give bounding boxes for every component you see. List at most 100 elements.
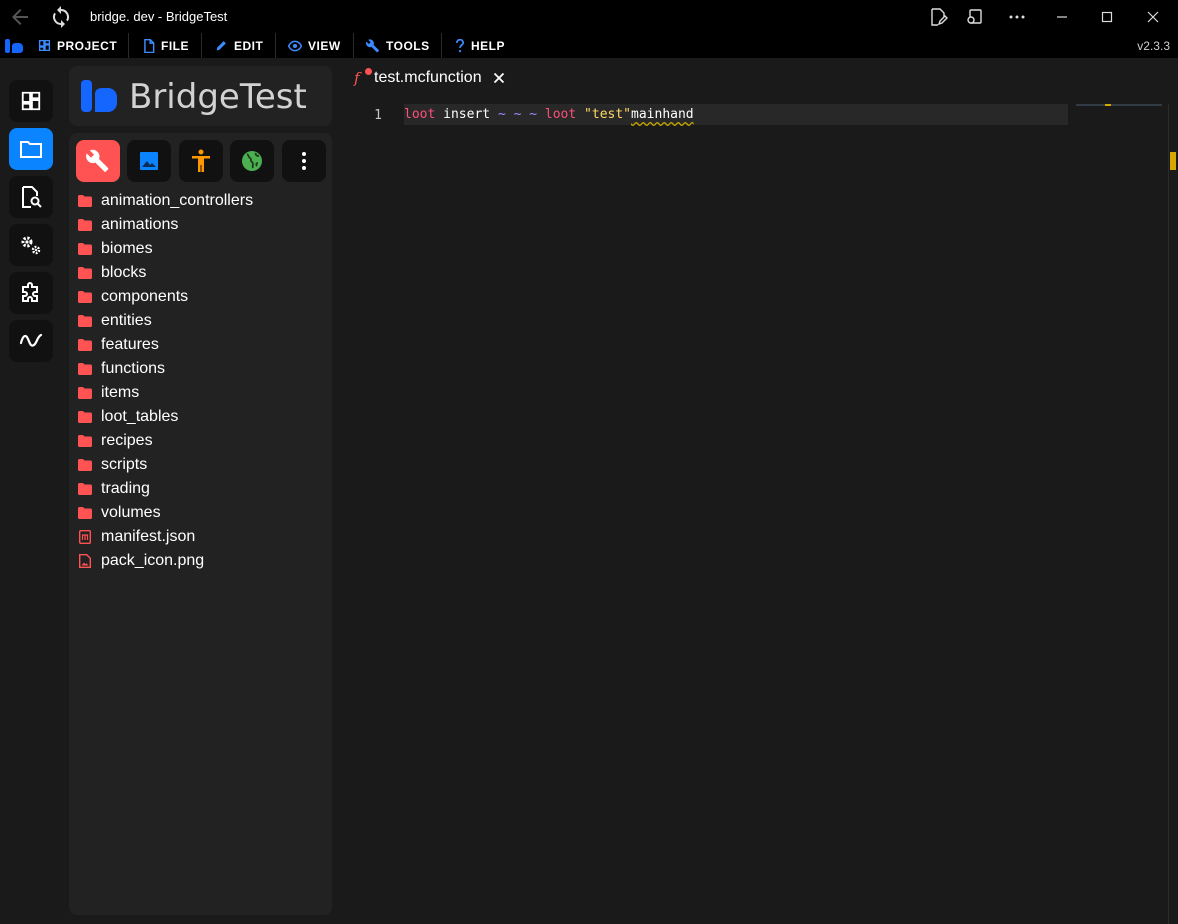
code-editor[interactable]: 1 loot insert ~ ~ ~ loot "test"mainhand <box>332 104 1178 924</box>
folder-item[interactable]: entities <box>77 309 327 333</box>
menu-separator <box>353 33 354 58</box>
gears-icon <box>21 236 41 255</box>
project-header[interactable]: BridgeTest <box>69 66 332 126</box>
menu-file[interactable]: FILE <box>143 33 189 58</box>
folder-icon <box>77 433 93 449</box>
folder-item[interactable]: features <box>77 333 327 357</box>
minimize-button[interactable] <box>1050 5 1074 29</box>
folder-item[interactable]: animation_controllers <box>77 189 327 213</box>
menu-tools[interactable]: TOOLS <box>366 33 430 58</box>
menu-separator <box>128 33 129 58</box>
editor-tab[interactable]: f test.mcfunction <box>354 66 506 90</box>
minimap-line <box>1076 104 1162 106</box>
tree-item-label: items <box>101 384 140 401</box>
folder-icon <box>77 289 93 305</box>
folder-item[interactable]: functions <box>77 357 327 381</box>
maximize-button[interactable] <box>1095 5 1119 29</box>
menu-edit[interactable]: EDIT <box>215 33 263 58</box>
editor: f test.mcfunction 1 loot insert ~ ~ ~ lo… <box>332 58 1178 924</box>
minimap-warning-mark <box>1105 104 1111 106</box>
arrow-left-icon <box>12 9 28 25</box>
file-tree: animation_controllers animations biomes blo… <box>77 189 327 573</box>
pack-tab-more[interactable] <box>282 140 326 182</box>
close-icon <box>1147 11 1159 23</box>
eye-icon <box>288 40 302 51</box>
wrench-icon <box>366 38 380 52</box>
folder-icon <box>77 241 93 257</box>
close-window-button[interactable] <box>1141 5 1165 29</box>
activity-graph[interactable] <box>9 320 53 362</box>
ruler-warning-mark <box>1170 152 1176 170</box>
folder-icon <box>77 193 93 209</box>
menu-tools-label: TOOLS <box>386 38 430 53</box>
folder-item[interactable]: items <box>77 381 327 405</box>
folder-icon <box>77 385 93 401</box>
folder-item[interactable]: loot_tables <box>77 405 327 429</box>
overview-ruler[interactable] <box>1168 104 1178 924</box>
menu-project[interactable]: PROJECT <box>38 33 117 58</box>
pack-tab-skin[interactable] <box>179 140 223 182</box>
folder-icon <box>77 481 93 497</box>
folder-item[interactable]: biomes <box>77 237 327 261</box>
pack-tab-resource[interactable] <box>127 140 171 182</box>
folder-item[interactable]: blocks <box>77 261 327 285</box>
menu-help[interactable]: HELP <box>455 33 505 58</box>
bridge-logo-icon <box>4 37 24 55</box>
folder-item[interactable]: recipes <box>77 429 327 453</box>
menu-view[interactable]: VIEW <box>288 33 341 58</box>
close-icon <box>493 72 504 84</box>
dashboard-icon <box>21 91 41 111</box>
file-item[interactable]: manifest.json <box>77 525 327 549</box>
workspace: BridgeTest animation_controllers animatio… <box>0 58 1178 924</box>
back-button[interactable] <box>8 5 32 29</box>
pack-tab-world[interactable] <box>230 140 274 182</box>
maximize-icon <box>1101 11 1113 23</box>
more-options-button[interactable] <box>1005 5 1029 29</box>
reload-button[interactable] <box>49 5 73 29</box>
editor-tab-label: test.mcfunction <box>374 69 482 86</box>
folder-item[interactable]: trading <box>77 477 327 501</box>
file-explorer-panel: animation_controllers animations biomes blo… <box>69 133 332 915</box>
folder-item[interactable]: animations <box>77 213 327 237</box>
folder-item[interactable]: volumes <box>77 501 327 525</box>
cast-icon <box>967 9 982 24</box>
tree-item-label: entities <box>101 312 152 329</box>
edit-page-button[interactable] <box>926 5 950 29</box>
pack-tab-behavior[interactable] <box>76 140 120 182</box>
cast-button[interactable] <box>962 5 986 29</box>
image-file-icon <box>77 553 93 569</box>
line-number: 1 <box>374 108 382 123</box>
json-file-icon <box>77 529 93 545</box>
tree-item-label: recipes <box>101 432 153 449</box>
minimize-icon <box>1057 16 1067 18</box>
menu-separator <box>201 33 202 58</box>
token-coordinate: ~ <box>497 107 506 122</box>
activity-extensions[interactable] <box>9 272 53 314</box>
folder-icon <box>77 361 93 377</box>
tree-item-label: loot_tables <box>101 408 179 425</box>
file-item[interactable]: pack_icon.png <box>77 549 327 573</box>
file-search-icon <box>22 186 42 208</box>
dashboard-icon <box>38 39 51 52</box>
activity-project-dashboard[interactable] <box>9 80 53 122</box>
question-icon <box>455 38 465 52</box>
activity-file-search[interactable] <box>9 176 53 218</box>
menu-file-label: FILE <box>161 38 189 53</box>
code-line[interactable]: loot insert ~ ~ ~ loot "test"mainhand <box>404 107 694 122</box>
tree-item-label: volumes <box>101 504 161 521</box>
folder-icon <box>77 337 93 353</box>
folder-item[interactable]: components <box>77 285 327 309</box>
token-coordinate: ~ <box>513 107 522 122</box>
folder-item[interactable]: scripts <box>77 453 327 477</box>
tree-item-label: animations <box>101 216 179 233</box>
folder-icon <box>77 505 93 521</box>
folder-icon <box>77 217 93 233</box>
activity-file-explorer[interactable] <box>9 128 53 170</box>
token-command: insert <box>443 107 491 122</box>
activity-settings[interactable] <box>9 224 53 266</box>
close-tab-button[interactable] <box>492 71 506 85</box>
activity-bar <box>0 58 62 924</box>
folder-icon <box>77 313 93 329</box>
folder-icon <box>77 409 93 425</box>
minimap[interactable] <box>1076 104 1176 107</box>
